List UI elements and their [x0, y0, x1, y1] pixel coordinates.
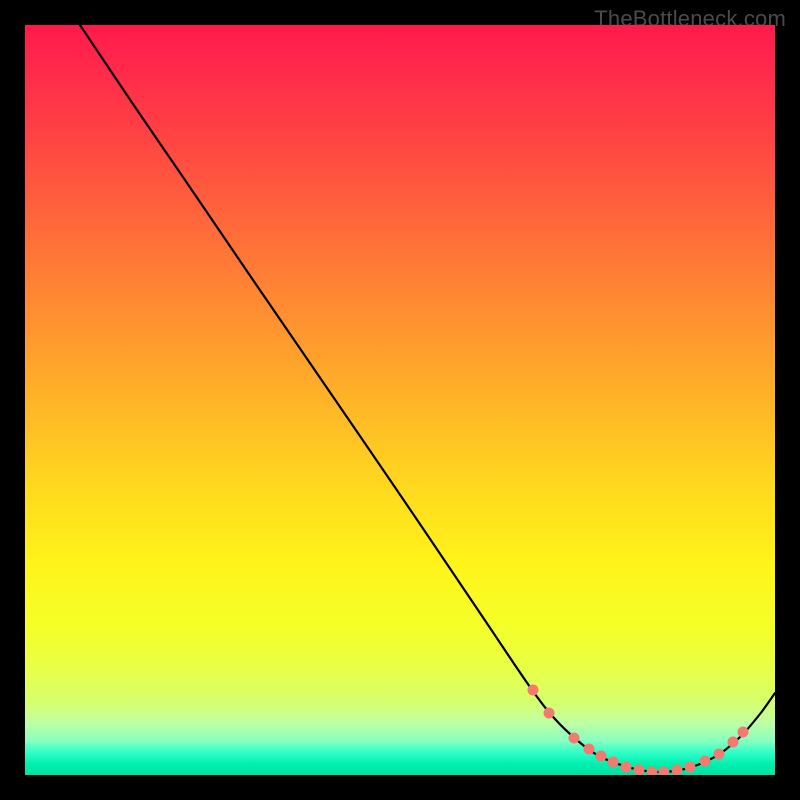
data-point	[672, 765, 683, 776]
curve-line	[80, 25, 775, 772]
data-point	[528, 685, 539, 696]
data-point	[584, 744, 595, 755]
data-point	[569, 733, 580, 744]
data-point	[659, 767, 670, 776]
data-point	[728, 737, 739, 748]
data-point	[544, 708, 555, 719]
curve-dots	[528, 685, 749, 776]
plot-area	[25, 25, 775, 775]
data-point	[738, 727, 749, 738]
data-point	[700, 756, 711, 767]
data-point	[647, 767, 658, 776]
data-point	[714, 749, 725, 760]
data-point	[621, 762, 632, 773]
data-point	[608, 757, 619, 768]
data-point	[596, 751, 607, 762]
chart-container: TheBottleneck.com	[0, 0, 800, 800]
data-point	[685, 762, 696, 773]
data-point	[634, 765, 645, 776]
chart-svg	[25, 25, 775, 775]
